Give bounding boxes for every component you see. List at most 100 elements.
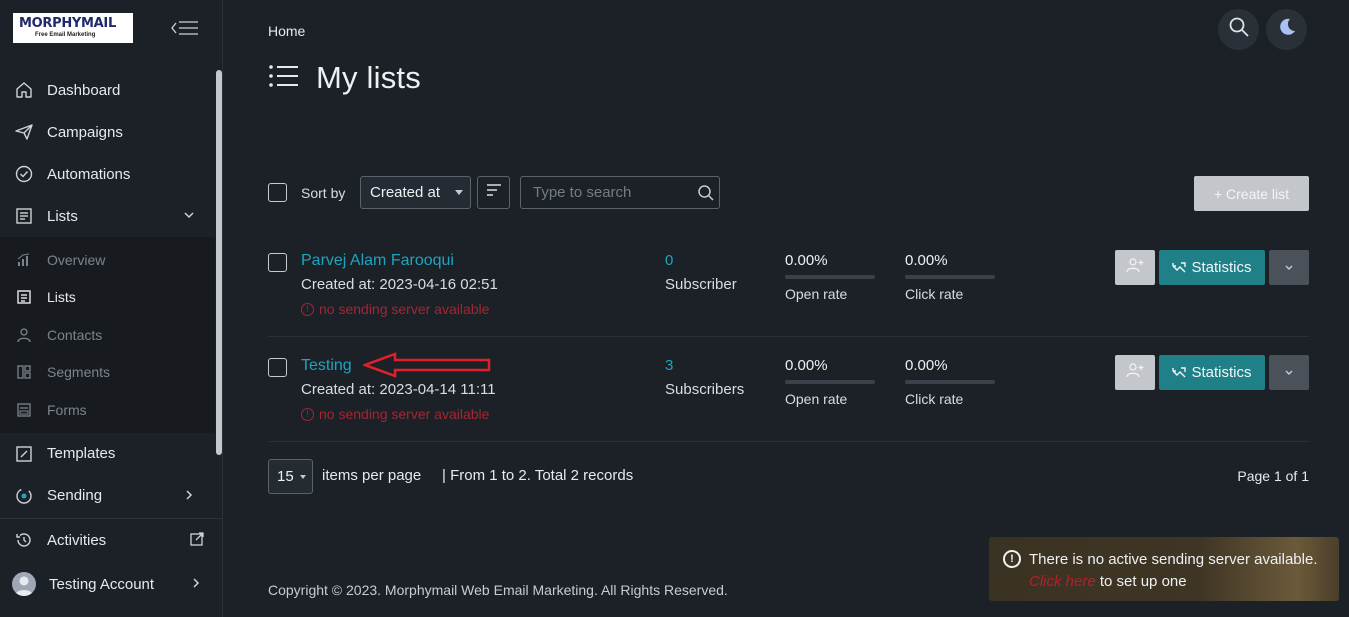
search-button[interactable] <box>1218 9 1259 50</box>
sidebar-item-campaigns[interactable]: Campaigns <box>0 111 215 153</box>
sidebar-item-label: Campaigns <box>47 123 123 141</box>
segments-icon <box>14 362 34 382</box>
warning-icon: ! <box>301 407 314 421</box>
select-all-checkbox[interactable] <box>268 183 287 202</box>
search-icon[interactable] <box>697 184 715 207</box>
sidebar-item-lists-page[interactable]: Lists <box>0 279 215 317</box>
add-subscriber-button[interactable] <box>1115 250 1155 285</box>
subscriber-count-link[interactable]: 3 <box>665 357 673 374</box>
alert-circle-icon: ! <box>1003 550 1021 568</box>
breadcrumb[interactable]: Home <box>268 23 305 39</box>
sidebar-item-segments[interactable]: Segments <box>0 354 215 392</box>
sidebar-item-label: Sending <box>47 487 103 504</box>
create-list-button[interactable]: + Create list <box>1194 176 1309 211</box>
more-actions-button[interactable] <box>1269 250 1309 285</box>
trend-icon <box>1172 366 1187 377</box>
sidebar-scrollbar[interactable] <box>216 70 222 455</box>
sidebar-item-automations[interactable]: Automations <box>0 153 215 195</box>
user-icon <box>14 325 34 345</box>
statistics-label: Statistics <box>1191 364 1252 381</box>
records-summary: | From 1 to 2. Total 2 records <box>442 467 634 484</box>
click-rate-label: Click rate <box>905 286 964 302</box>
click-rate-value: 0.00% <box>905 252 948 269</box>
sidebar-item-activities[interactable]: Activities <box>0 519 222 561</box>
page-info: Page 1 of 1 <box>1237 468 1309 484</box>
open-rate-value: 0.00% <box>785 357 828 374</box>
sort-descending-icon <box>486 183 502 202</box>
sidebar-item-contacts[interactable]: Contacts <box>0 316 215 354</box>
add-subscriber-button[interactable] <box>1115 355 1155 390</box>
warning-message: ! no sending server available <box>301 301 489 317</box>
list-name-link[interactable]: Testing <box>301 357 352 375</box>
collapse-sidebar-icon[interactable] <box>170 18 200 38</box>
click-rate-metric: 0.00% Click rate <box>905 357 995 407</box>
chevron-right-icon <box>183 488 195 502</box>
sidebar-item-overview[interactable]: Overview <box>0 241 215 279</box>
subscriber-count-link[interactable]: 0 <box>665 252 673 269</box>
search-box <box>520 176 720 209</box>
search-input[interactable] <box>521 177 691 208</box>
warning-icon: ! <box>301 302 314 316</box>
row-checkbox[interactable] <box>268 358 287 377</box>
sidebar-item-account[interactable]: Testing Account <box>0 561 222 607</box>
open-rate-label: Open rate <box>785 391 848 407</box>
sidebar-item-label: Automations <box>47 165 131 183</box>
setup-server-link[interactable]: Click here <box>1029 573 1096 590</box>
open-rate-bar <box>785 275 875 279</box>
sidebar-item-label: Lists <box>47 289 76 306</box>
sidebar-item-label: Activities <box>47 531 107 549</box>
add-user-icon <box>1126 362 1144 383</box>
external-link-icon <box>190 532 204 546</box>
trend-icon <box>1172 261 1187 272</box>
sort-by-label: Sort by <box>301 185 346 201</box>
sort-direction-button[interactable] <box>477 176 510 209</box>
chevron-down-icon <box>1284 259 1294 277</box>
list-icon <box>14 206 34 226</box>
row-checkbox[interactable] <box>268 253 287 272</box>
sidebar-item-label: Lists <box>47 207 78 225</box>
list-name-link[interactable]: Parvej Alam Farooqui <box>301 252 454 270</box>
sort-select[interactable]: Created at <box>360 176 471 209</box>
chevron-down-icon <box>183 208 195 222</box>
sidebar-item-label: Forms <box>47 401 87 418</box>
template-icon <box>14 444 34 464</box>
sidebar-bottom: Activities Testing Account <box>0 519 222 607</box>
list-row: Testing Created at: 2023-04-14 11:11 ! n… <box>268 337 1309 442</box>
chevron-right-icon <box>190 576 202 590</box>
open-rate-metric: 0.00% Open rate <box>785 252 875 302</box>
theme-toggle-button[interactable] <box>1266 9 1307 50</box>
sidebar-item-sending[interactable]: Sending <box>0 475 215 517</box>
sidebar-item-label: Contacts <box>47 326 103 343</box>
notification-toast[interactable]: ! There is no active sending server avai… <box>989 537 1339 601</box>
warning-text: no sending server available <box>319 406 490 422</box>
avatar <box>12 572 36 596</box>
sidebar-item-dashboard[interactable]: Dashboard <box>0 69 215 111</box>
footer-copyright: Copyright © 2023. Morphymail Web Email M… <box>268 582 728 598</box>
sidebar: MORPHYMAIL Free Email Marketing Dashboar… <box>0 0 223 617</box>
sidebar-item-forms[interactable]: Forms <box>0 391 215 429</box>
more-actions-button[interactable] <box>1269 355 1309 390</box>
statistics-button[interactable]: Statistics <box>1159 250 1265 285</box>
pagination: 15 items per page | From 1 to 2. Total 2… <box>268 459 1309 494</box>
logo[interactable]: MORPHYMAIL Free Email Marketing <box>13 13 133 43</box>
per-page-select[interactable]: 15 <box>268 459 313 494</box>
sending-icon <box>14 486 34 506</box>
bar-chart-icon <box>14 250 34 270</box>
chevron-down-icon <box>1284 364 1294 382</box>
statistics-button[interactable]: Statistics <box>1159 355 1265 390</box>
sidebar-item-lists[interactable]: Lists <box>0 195 215 237</box>
shield-check-icon <box>14 164 34 184</box>
add-user-icon <box>1126 257 1144 278</box>
list-toolbar: Sort by Created at + Create list <box>268 176 1309 211</box>
click-rate-value: 0.00% <box>905 357 948 374</box>
sidebar-item-templates[interactable]: Templates <box>0 433 215 475</box>
red-arrow-annotation <box>363 352 491 378</box>
home-icon <box>14 80 34 100</box>
click-rate-bar <box>905 275 995 279</box>
sidebar-nav: Dashboard Campaigns Automations Lists Ov… <box>0 69 215 517</box>
list-created-at: Created at: 2023-04-16 02:51 <box>301 276 498 293</box>
toast-text-after: to set up one <box>1099 573 1187 590</box>
sort-select-value: Created at <box>370 184 441 201</box>
warning-text: no sending server available <box>319 301 490 317</box>
open-rate-metric: 0.00% Open rate <box>785 357 875 407</box>
